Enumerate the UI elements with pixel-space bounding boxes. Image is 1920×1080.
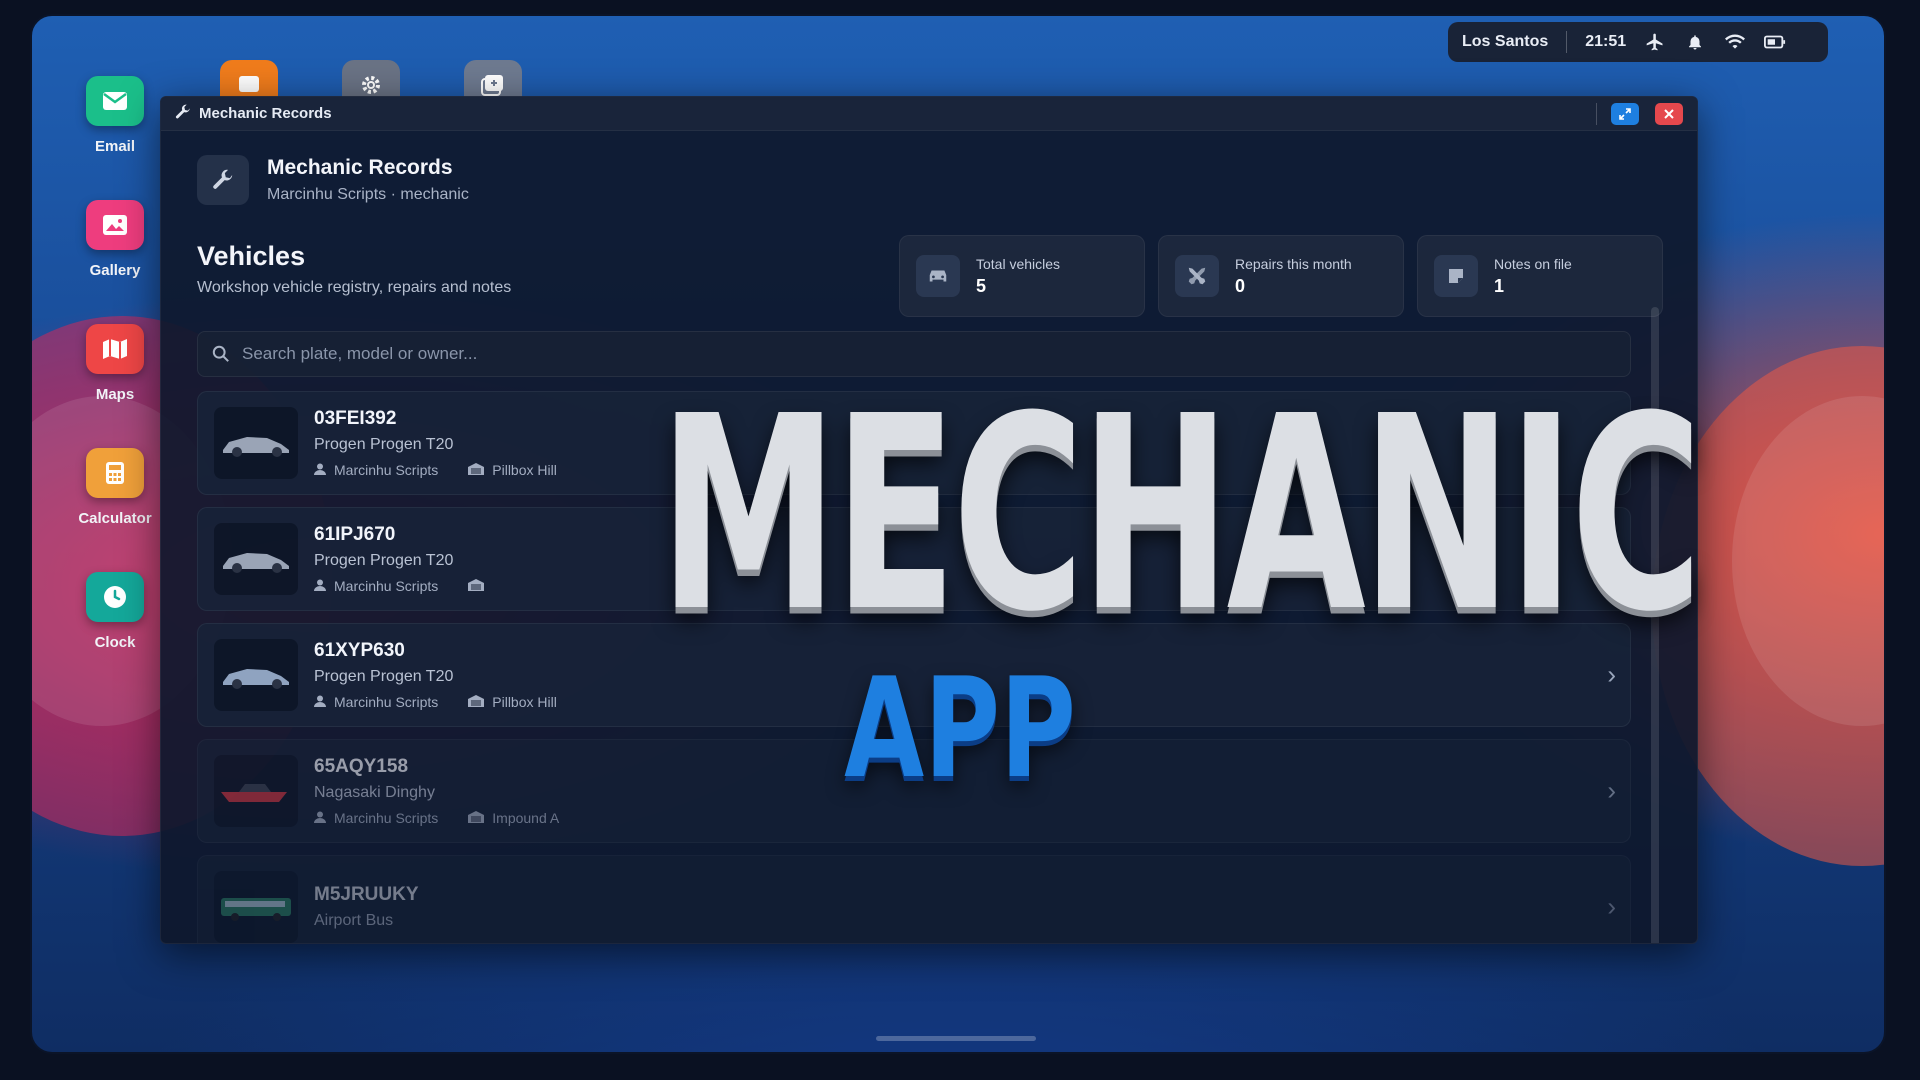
close-button[interactable]	[1655, 102, 1683, 125]
window-title: Mechanic Records	[199, 105, 332, 122]
stat-notes-file: Notes on file 1	[1417, 235, 1663, 317]
chevron-right-icon[interactable]: ›	[1607, 428, 1616, 459]
vehicle-plate: 03FEI392	[314, 408, 397, 429]
garage-icon	[468, 694, 485, 710]
dock-app-maps[interactable]: Maps	[55, 324, 175, 403]
vehicle-row[interactable]: 03FEI392 Progen Progen T20 Marcinhu Scri…	[197, 391, 1631, 495]
dock-label: Email	[94, 138, 136, 155]
divider	[1596, 102, 1597, 125]
car-thumbnail	[214, 639, 298, 711]
stat-label: Repairs this month	[1235, 255, 1352, 272]
mail-icon[interactable]	[86, 76, 144, 126]
garage-icon	[468, 578, 485, 594]
stat-value: 1	[1494, 275, 1505, 296]
clock-label: 21:51	[1585, 33, 1627, 50]
person-icon	[314, 694, 326, 710]
vehicle-owner: Marcinhu Scripts	[334, 462, 439, 478]
dock-app-gallery[interactable]: Gallery	[55, 200, 175, 279]
section-title: Vehicles	[197, 241, 306, 271]
map-icon[interactable]	[86, 324, 144, 374]
vehicle-owner: Marcinhu Scripts	[334, 810, 439, 826]
stat-label: Total vehicles	[976, 255, 1061, 272]
wifi-icon[interactable]	[1724, 31, 1746, 53]
person-icon	[314, 462, 326, 478]
car-thumbnail	[214, 407, 298, 479]
chevron-right-icon[interactable]: ›	[1607, 776, 1616, 807]
mechanic-records-window: Mechanic Records Mechanic Records Marcin…	[160, 96, 1698, 944]
app-subtitle: Marcinhu Scripts · mechanic	[267, 186, 469, 203]
vehicle-model: Airport Bus	[314, 912, 394, 929]
vehicle-model: Progen Progen T20	[314, 552, 454, 569]
stat-value: 5	[976, 275, 987, 296]
vehicle-model: Progen Progen T20	[314, 436, 454, 453]
vehicle-owner: Marcinhu Scripts	[334, 694, 439, 710]
dock-label: Maps	[95, 386, 135, 403]
vehicle-model: Progen Progen T20	[314, 668, 454, 685]
tools-icon	[1175, 255, 1219, 297]
person-icon	[314, 810, 326, 826]
vehicle-plate: 65AQY158	[314, 756, 409, 777]
close-icon	[1664, 108, 1674, 119]
search-input[interactable]	[242, 344, 1616, 364]
dock-app-calculator[interactable]: Calculator	[55, 448, 175, 527]
vehicle-location: Pillbox Hill	[492, 694, 557, 710]
person-icon	[314, 578, 326, 594]
divider	[1566, 31, 1568, 53]
garage-icon	[468, 462, 485, 478]
home-indicator[interactable]	[876, 1036, 1036, 1041]
vehicle-plate: M5JRUUKY	[314, 884, 419, 905]
section-subtitle: Workshop vehicle registry, repairs and n…	[197, 279, 512, 296]
stat-repairs-month: Repairs this month 0	[1158, 235, 1404, 317]
vehicle-location: Pillbox Hill	[492, 462, 557, 478]
chevron-right-icon[interactable]: ›	[1607, 892, 1616, 923]
note-icon	[1434, 255, 1478, 297]
vehicle-row[interactable]: 61IPJ670 Progen Progen T20 Marcinhu Scri…	[197, 507, 1631, 611]
window-content: Mechanic Records Marcinhu Scripts · mech…	[161, 131, 1697, 943]
wrench-icon	[197, 155, 249, 205]
wrench-icon	[175, 104, 191, 124]
scrollbar[interactable]	[1651, 307, 1659, 943]
car-thumbnail	[214, 523, 298, 595]
boat-thumbnail	[214, 755, 298, 827]
battery-icon[interactable]	[1764, 31, 1786, 53]
chevron-right-icon[interactable]: ›	[1607, 660, 1616, 691]
garage-icon	[468, 810, 485, 826]
vehicle-row[interactable]: 61XYP630 Progen Progen T20 Marcinhu Scri…	[197, 623, 1631, 727]
search-icon	[212, 345, 229, 362]
vehicle-row[interactable]: M5JRUUKY Airport Bus ›	[197, 855, 1631, 943]
dock-label: Clock	[94, 634, 136, 651]
vehicle-plate: 61IPJ670	[314, 524, 396, 545]
vehicle-owner: Marcinhu Scripts	[334, 578, 439, 594]
car-icon	[916, 255, 960, 297]
stat-value: 0	[1235, 275, 1246, 296]
dock-app-clock[interactable]: Clock	[55, 572, 175, 651]
dock-app-email[interactable]: Email	[55, 76, 175, 155]
vehicle-row[interactable]: 65AQY158 Nagasaki Dinghy Marcinhu Script…	[197, 739, 1631, 843]
app-title: Mechanic Records	[267, 156, 453, 179]
bus-thumbnail	[214, 871, 298, 943]
vehicle-model: Nagasaki Dinghy	[314, 784, 435, 801]
dock-label: Gallery	[89, 262, 141, 279]
stat-total-vehicles: Total vehicles 5	[899, 235, 1145, 317]
vehicle-plate: 61XYP630	[314, 640, 405, 661]
expand-button[interactable]	[1611, 102, 1639, 125]
stat-label: Notes on file	[1494, 255, 1572, 272]
vehicle-list: 03FEI392 Progen Progen T20 Marcinhu Scri…	[197, 391, 1631, 943]
search-bar[interactable]	[197, 331, 1631, 377]
chevron-right-icon[interactable]: ›	[1607, 544, 1616, 575]
location-label: Los Santos	[1462, 33, 1549, 50]
status-bar: Los Santos 21:51	[1448, 22, 1828, 62]
bell-icon[interactable]	[1684, 31, 1706, 53]
dock-label: Calculator	[78, 510, 152, 527]
window-titlebar[interactable]: Mechanic Records	[161, 97, 1697, 131]
vehicle-location: Impound A	[492, 810, 560, 826]
clock-icon[interactable]	[86, 572, 144, 622]
calculator-icon[interactable]	[86, 448, 144, 498]
image-icon[interactable]	[86, 200, 144, 250]
app-header: Mechanic Records Marcinhu Scripts · mech…	[197, 155, 469, 205]
expand-icon	[1619, 107, 1631, 120]
airplane-icon[interactable]	[1644, 31, 1666, 53]
